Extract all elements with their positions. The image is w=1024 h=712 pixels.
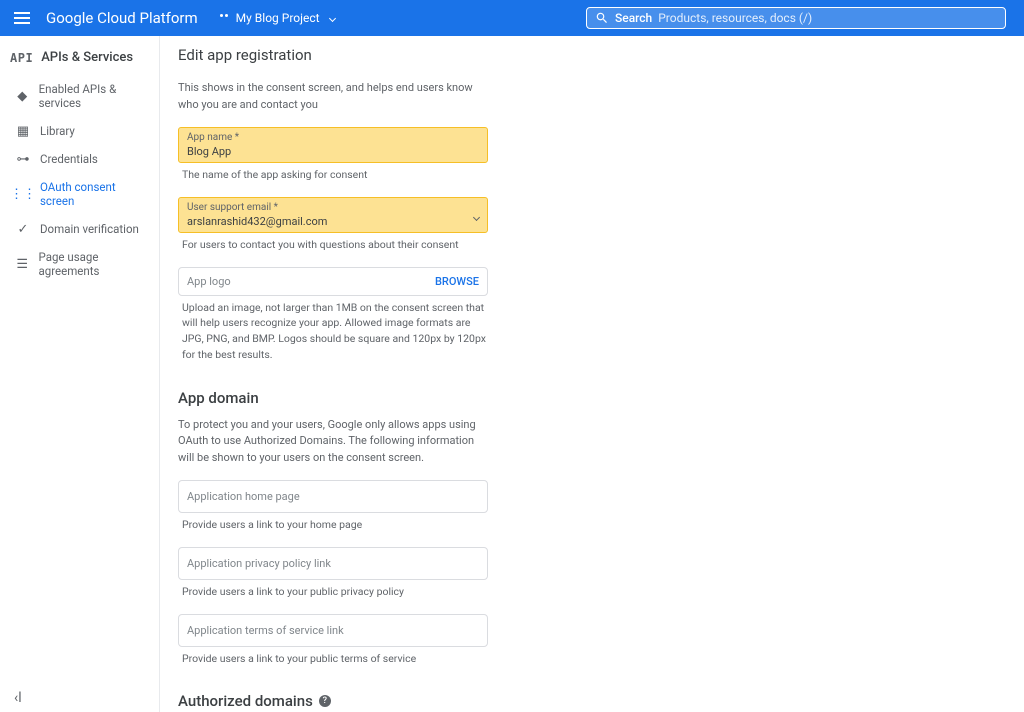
support-email-field[interactable]: User support email * arslanrashid432@gma…	[178, 197, 488, 233]
tos-input[interactable]: Application terms of service link	[178, 614, 488, 647]
api-icon: API	[10, 51, 33, 65]
home-page-input[interactable]: Application home page	[178, 480, 488, 513]
platform-name: Google Cloud Platform	[46, 9, 198, 27]
app-header: Google Cloud Platform My Blog Project Se…	[0, 0, 1024, 36]
search-label: Search	[615, 11, 652, 25]
project-name: My Blog Project	[236, 11, 320, 25]
sidebar-title-row: API APIs & Services	[0, 44, 159, 75]
sidebar-title: APIs & Services	[41, 50, 133, 65]
search-placeholder: Products, resources, docs (/)	[658, 11, 812, 25]
sidebar-item-enabled-apis[interactable]: ◆ Enabled APIs & services	[0, 75, 159, 117]
browse-button[interactable]: BROWSE	[435, 275, 479, 288]
app-logo-field[interactable]: App logo BROWSE	[178, 267, 488, 296]
sidebar-item-domain-verification[interactable]: ✓ Domain verification	[0, 215, 159, 243]
sidebar-collapse[interactable]: ‹l	[14, 690, 22, 706]
privacy-hint: Provide users a link to your public priv…	[178, 584, 488, 600]
project-icon	[218, 12, 230, 24]
support-email-label: User support email *	[187, 202, 479, 213]
sidebar-item-oauth-consent[interactable]: ⋮⋮ OAuth consent screen	[0, 173, 159, 215]
project-selector[interactable]: My Blog Project	[218, 11, 335, 25]
sidebar-item-label: Enabled APIs & services	[39, 82, 149, 110]
sidebar-item-label: OAuth consent screen	[40, 180, 149, 208]
support-email-value: arslanrashid432@gmail.com	[187, 215, 479, 228]
consent-icon: ⋮⋮	[16, 187, 30, 201]
app-domain-title: App domain	[178, 389, 488, 407]
main-content: Edit app registration This shows in the …	[160, 36, 1024, 712]
help-icon[interactable]: ?	[319, 695, 331, 707]
intro-text: This shows in the consent screen, and he…	[178, 80, 488, 113]
sidebar-item-credentials[interactable]: ⊶ Credentials	[0, 145, 159, 173]
privacy-input[interactable]: Application privacy policy link	[178, 547, 488, 580]
tos-hint: Provide users a link to your public term…	[178, 651, 488, 667]
grid-icon: ▦	[16, 124, 30, 138]
app-name-label: App name *	[187, 132, 479, 143]
check-icon: ✓	[16, 222, 30, 236]
app-name-value: Blog App	[187, 145, 479, 158]
home-page-hint: Provide users a link to your home page	[178, 517, 488, 533]
sidebar: API APIs & Services ◆ Enabled APIs & ser…	[0, 36, 160, 712]
diamond-icon: ◆	[16, 89, 29, 103]
menu-icon[interactable]	[10, 6, 34, 30]
sidebar-item-label: Page usage agreements	[39, 250, 150, 278]
key-icon: ⊶	[16, 152, 30, 166]
chevron-down-icon	[329, 14, 336, 21]
page-icon: ☰	[16, 257, 29, 271]
sidebar-item-label: Credentials	[40, 152, 98, 166]
sidebar-item-library[interactable]: ▦ Library	[0, 117, 159, 145]
authorized-domains-title: Authorized domains ?	[178, 692, 488, 710]
sidebar-item-page-usage[interactable]: ☰ Page usage agreements	[0, 243, 159, 285]
sidebar-item-label: Library	[40, 124, 75, 138]
app-name-hint: The name of the app asking for consent	[178, 167, 488, 183]
app-name-field[interactable]: App name * Blog App	[178, 127, 488, 163]
app-domain-intro: To protect you and your users, Google on…	[178, 417, 488, 467]
search-input[interactable]: Search Products, resources, docs (/)	[586, 7, 1006, 29]
home-page-placeholder: Application home page	[187, 490, 300, 503]
support-email-hint: For users to contact you with questions …	[178, 237, 488, 253]
search-icon	[595, 11, 609, 25]
app-logo-hint: Upload an image, not larger than 1MB on …	[178, 300, 488, 363]
page-title: Edit app registration	[178, 46, 1006, 64]
app-logo-placeholder: App logo	[187, 275, 231, 288]
privacy-placeholder: Application privacy policy link	[187, 557, 331, 570]
tos-placeholder: Application terms of service link	[187, 624, 344, 637]
sidebar-item-label: Domain verification	[40, 222, 139, 236]
